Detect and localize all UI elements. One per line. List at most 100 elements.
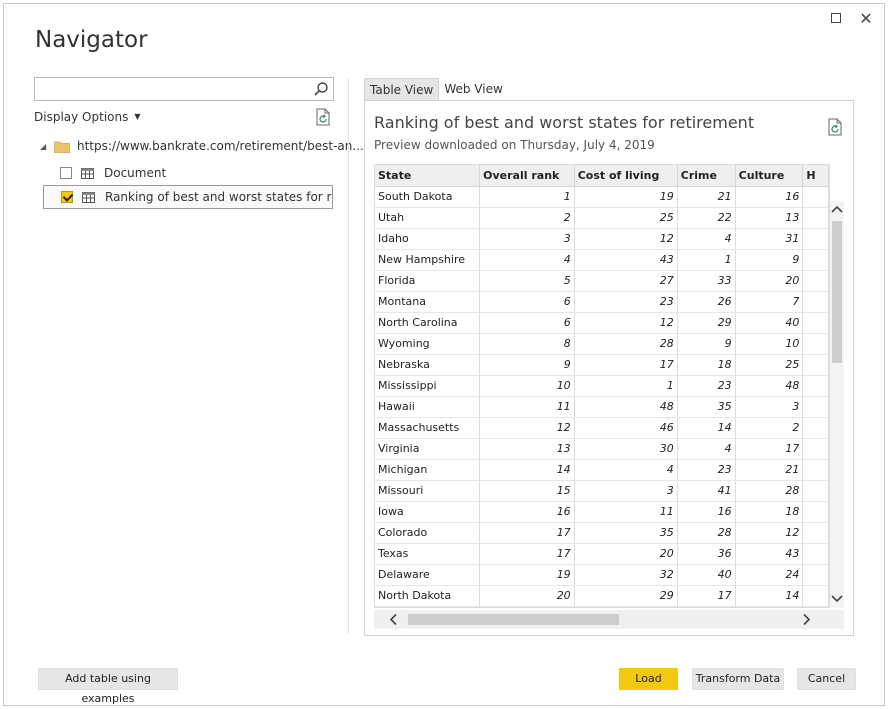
tree-item-document[interactable]: Document: [43, 161, 333, 185]
table-cell: 24: [735, 564, 804, 586]
table-cell: 11: [479, 396, 575, 418]
tree-item-ranking-table[interactable]: Ranking of best and worst states for ret…: [43, 185, 333, 209]
tree-root-node[interactable]: ◢ https://www.bankrate.com/retirement/be…: [40, 139, 364, 153]
pane-divider[interactable]: [348, 78, 349, 634]
transform-data-button[interactable]: Transform Data: [692, 668, 784, 690]
table-cell: 40: [677, 564, 736, 586]
table-header: State Overall rank Cost of living Crime Cult…: [375, 165, 829, 187]
refresh-preview-icon[interactable]: [827, 118, 843, 136]
table-cell: Massachusetts: [375, 417, 481, 439]
table-cell: 13: [479, 438, 575, 460]
table-cell: [802, 459, 829, 481]
refresh-icon[interactable]: [315, 108, 331, 126]
table-row: Colorado 17 35 28 12: [375, 522, 829, 544]
table-cell: [375, 606, 481, 607]
close-button[interactable]: ✕: [857, 10, 875, 28]
table-row: Michigan 14 4 23 21: [375, 459, 829, 481]
table-cell: 22: [677, 207, 736, 229]
tree-item-label: Ranking of best and worst states for ret…: [105, 190, 332, 204]
maximize-button[interactable]: [827, 10, 845, 28]
table-cell: 40: [735, 312, 804, 334]
data-grid[interactable]: State Overall rank Cost of living Crime Cult…: [374, 164, 830, 608]
display-options-dropdown[interactable]: Display Options ▼: [34, 110, 141, 124]
table-cell: 4: [677, 228, 736, 250]
table-cell: 29: [574, 585, 678, 607]
cancel-button[interactable]: Cancel: [797, 668, 856, 690]
table-cell: Delaware: [375, 564, 481, 586]
ranking-table-checkbox[interactable]: [61, 191, 73, 203]
table-cell: 18: [677, 354, 736, 376]
table-cell: 12: [574, 312, 678, 334]
scroll-left-icon[interactable]: [386, 612, 402, 627]
table-cell: South Dakota: [375, 186, 481, 208]
column-header[interactable]: Crime: [677, 165, 736, 187]
table-cell: Hawaii: [375, 396, 481, 418]
table-cell: [735, 606, 804, 607]
table-cell: 23: [677, 459, 736, 481]
table-cell: 1: [574, 375, 678, 397]
column-header[interactable]: State: [375, 165, 481, 187]
table-cell: [802, 522, 829, 544]
caret-down-icon: ▼: [134, 112, 141, 121]
table-cell: Mississippi: [375, 375, 481, 397]
table-cell: 10: [479, 375, 575, 397]
table-cell: 14: [677, 417, 736, 439]
table-cell: [802, 501, 829, 523]
table-cell: 25: [574, 207, 678, 229]
table-cell: [802, 564, 829, 586]
table-row: Delaware 19 32 40 24: [375, 564, 829, 586]
search-box[interactable]: [34, 77, 334, 101]
preview-title: Ranking of best and worst states for ret…: [374, 113, 755, 132]
table-row: North Dakota 20 29 17 14: [375, 585, 829, 607]
scroll-down-icon[interactable]: [830, 590, 844, 606]
table-header-row: State Overall rank Cost of living Crime Cult…: [375, 165, 829, 187]
search-icon[interactable]: [313, 81, 329, 97]
table-cell: 4: [677, 438, 736, 460]
tab-table-view[interactable]: Table View: [364, 78, 440, 101]
maximize-icon: [831, 13, 841, 23]
table-cell: 13: [735, 207, 804, 229]
add-table-using-examples-button[interactable]: Add table using examples: [38, 668, 178, 705]
table-cell: North Dakota: [375, 585, 481, 607]
table-cell: [802, 438, 829, 460]
table-row: Texas 17 20 36 43: [375, 543, 829, 565]
table-cell: Idaho: [375, 228, 481, 250]
table-cell: 8: [479, 333, 575, 355]
table-row: Missouri 15 3 41 28: [375, 480, 829, 502]
table-body: South Dakota 1 19 21 16 Utah 2 25 22 13 Idaho 3 12 4 3…: [375, 186, 829, 607]
table-cell: [479, 606, 575, 607]
horizontal-scrollbar[interactable]: [374, 610, 844, 629]
navigator-dialog: Navigator ✕ Display Options ▼ ◢ https://w…: [3, 3, 885, 706]
table-cell: [677, 606, 736, 607]
vertical-scroll-thumb[interactable]: [832, 221, 842, 363]
column-header[interactable]: Overall rank: [479, 165, 575, 187]
column-header[interactable]: H: [802, 165, 829, 187]
table-cell: [802, 186, 829, 208]
expand-triangle-icon[interactable]: ◢: [40, 142, 52, 151]
scroll-up-icon[interactable]: [830, 202, 844, 218]
table-cell: 19: [574, 186, 678, 208]
table-cell: [802, 312, 829, 334]
table-cell: [802, 333, 829, 355]
load-button[interactable]: Load: [619, 668, 678, 690]
table-cell: 12: [735, 522, 804, 544]
table-cell: 41: [677, 480, 736, 502]
table-cell: Nebraska: [375, 354, 481, 376]
table-cell: 17: [479, 522, 575, 544]
table-cell: 28: [574, 333, 678, 355]
horizontal-scroll-thumb[interactable]: [408, 614, 619, 625]
table-cell: 15: [479, 480, 575, 502]
table-cell: 18: [735, 501, 804, 523]
table-cell: Montana: [375, 291, 481, 313]
scroll-right-icon[interactable]: [798, 612, 814, 627]
close-icon: ✕: [859, 9, 873, 28]
preview-pane: Ranking of best and worst states for ret…: [364, 100, 854, 636]
table-row: North Carolina 6 12 29 40: [375, 312, 829, 334]
vertical-scrollbar[interactable]: [830, 201, 844, 608]
table-cell: 10: [735, 333, 804, 355]
search-input[interactable]: [35, 78, 305, 100]
column-header[interactable]: Cost of living: [574, 165, 678, 187]
tab-web-view[interactable]: Web View: [439, 78, 507, 101]
column-header[interactable]: Culture: [735, 165, 804, 187]
document-checkbox[interactable]: [60, 167, 72, 179]
